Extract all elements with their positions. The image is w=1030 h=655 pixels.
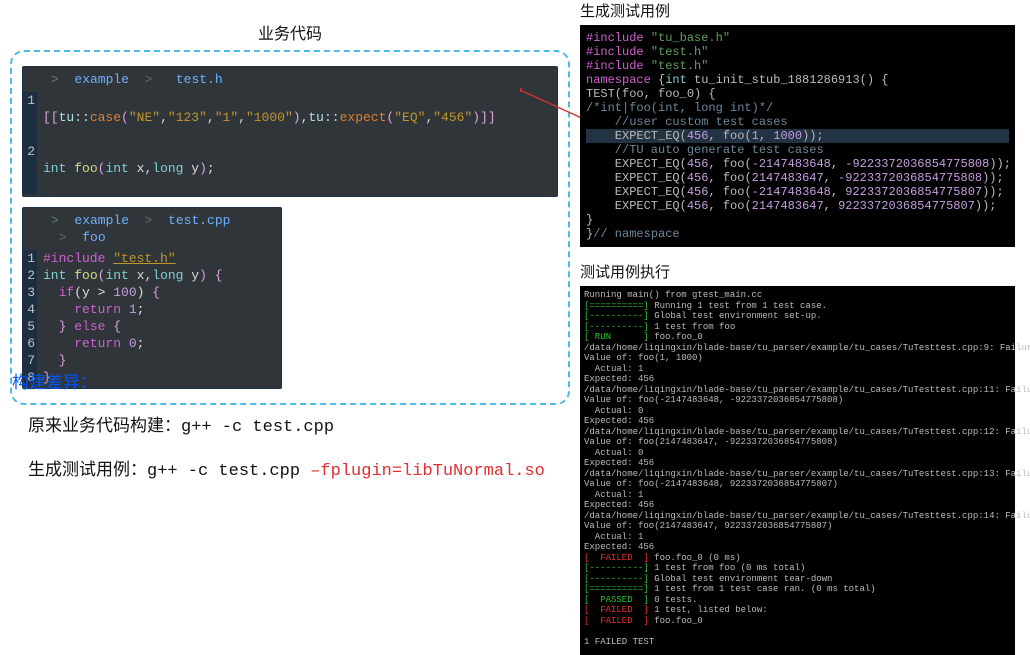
left-title: 业务代码	[10, 20, 570, 44]
original-build-line: 原来业务代码构建：g++ -c test.cpp	[28, 411, 545, 437]
generated-build-line: 生成测试用例：g++ -c test.cpp –fplugin=libTuNor…	[28, 455, 545, 481]
build-diff-section: 构建差异： 原来业务代码构建：g++ -c test.cpp 生成测试用例：g+…	[12, 368, 545, 499]
right-section: 生成测试用例 #include "tu_base.h" #include "te…	[580, 0, 1015, 655]
breadcrumb-test-cpp: > example > test.cpp > foo	[23, 210, 281, 250]
code-block-test-h: > example > test.h 1 [[tu::case("NE","12…	[22, 66, 558, 197]
gen-title: 生成测试用例	[580, 0, 1015, 21]
code-block-test-cpp: > example > test.cpp > foo 1#include "te…	[22, 207, 282, 389]
code-group: > example > test.h 1 [[tu::case("NE","12…	[10, 50, 570, 405]
test-run-output: Running main() from gtest_main.cc [=====…	[580, 286, 1015, 655]
build-diff-header: 构建差异：	[12, 368, 545, 393]
breadcrumb-test-h: > example > test.h	[23, 69, 557, 92]
run-title: 测试用例执行	[580, 261, 1015, 282]
left-section: 业务代码 > example > test.h 1 [[tu::case("NE…	[10, 20, 570, 405]
generated-code-block: #include "tu_base.h" #include "test.h" #…	[580, 25, 1015, 247]
